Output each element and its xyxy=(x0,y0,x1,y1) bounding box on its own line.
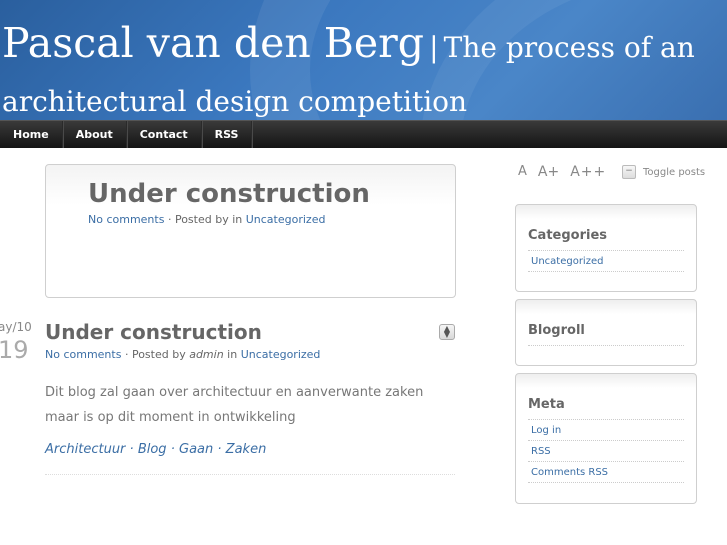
tag-architectuur[interactable]: Architectuur xyxy=(45,442,125,457)
post-date-month: ay/10 xyxy=(0,320,32,334)
site-name[interactable]: Pascal van den Berg xyxy=(2,19,424,67)
widget-divider xyxy=(528,345,684,346)
font-size-large[interactable]: A+ xyxy=(538,164,559,180)
category-item-uncategorized[interactable]: Uncategorized xyxy=(528,251,684,272)
title-separator: | xyxy=(429,31,439,64)
post-meta: No comments · Posted by admin in Uncateg… xyxy=(45,348,320,361)
nav-item-rss[interactable]: RSS xyxy=(202,121,253,148)
post-tags: Architectuur · Blog · Gaan · Zaken xyxy=(45,442,266,457)
sticky-post-meta: No comments · Posted by in Uncategorized xyxy=(88,213,325,226)
meta-item-rss[interactable]: RSS xyxy=(528,441,684,462)
widget-blogroll: Blogroll xyxy=(515,299,697,366)
nav-item-home[interactable]: Home xyxy=(0,121,63,148)
meta-item-login[interactable]: Log in xyxy=(528,420,684,441)
post-title[interactable]: Under construction xyxy=(45,320,262,344)
post-divider xyxy=(45,474,455,475)
font-size-normal[interactable]: A xyxy=(518,164,527,180)
site-title[interactable]: Pascal van den Berg | The process of an … xyxy=(2,18,722,120)
widget-categories: Categories Uncategorized xyxy=(515,204,697,292)
post-body: Dit blog zal gaan over architectuur en a… xyxy=(45,385,424,425)
meta-item-comments-rss[interactable]: Comments RSS xyxy=(528,462,684,483)
post-date-day: 19 xyxy=(0,336,29,364)
post-category-link[interactable]: Uncategorized xyxy=(241,348,321,361)
post-author: admin xyxy=(189,348,224,361)
post-in: in xyxy=(227,348,238,361)
sticky-post-title[interactable]: Under construction xyxy=(88,179,370,209)
widget-meta-title: Meta xyxy=(528,397,565,412)
minus-icon[interactable]: − xyxy=(622,165,636,179)
toggle-posts[interactable]: − Toggle posts xyxy=(622,165,705,179)
tag-gaan[interactable]: Gaan xyxy=(179,442,213,457)
post-comments-link[interactable]: No comments xyxy=(45,348,121,361)
widget-categories-title: Categories xyxy=(528,228,608,243)
sticky-post-category-link[interactable]: Uncategorized xyxy=(246,213,326,226)
sticky-post-comments-link[interactable]: No comments xyxy=(88,213,164,226)
widget-meta: Meta Log in RSS Comments RSS xyxy=(515,373,697,504)
tag-separator: · xyxy=(217,442,222,457)
sticky-post-posted-by: · Posted by in xyxy=(167,213,243,226)
tag-blog[interactable]: Blog xyxy=(138,442,167,457)
main-nav: Home About Contact RSS xyxy=(0,120,727,148)
toggle-posts-label[interactable]: Toggle posts xyxy=(643,167,705,178)
widget-blogroll-title: Blogroll xyxy=(528,323,585,338)
collapse-arrows-icon: ▲ ▼ xyxy=(443,324,451,339)
sticky-post: Under construction No comments · Posted … xyxy=(45,164,456,298)
site-header: Pascal van den Berg | The process of an … xyxy=(0,0,727,120)
post-toggle-button[interactable]: ▲ ▼ xyxy=(439,324,455,340)
font-size-controls: A A+ A++ xyxy=(518,164,617,180)
nav-item-about[interactable]: About xyxy=(63,121,127,148)
nav-item-contact[interactable]: Contact xyxy=(127,121,202,148)
tag-separator: · xyxy=(170,442,175,457)
post-posted-by: · Posted by xyxy=(124,348,186,361)
font-size-larger[interactable]: A++ xyxy=(570,164,606,180)
tag-separator: · xyxy=(129,442,134,457)
tag-zaken[interactable]: Zaken xyxy=(226,442,267,457)
